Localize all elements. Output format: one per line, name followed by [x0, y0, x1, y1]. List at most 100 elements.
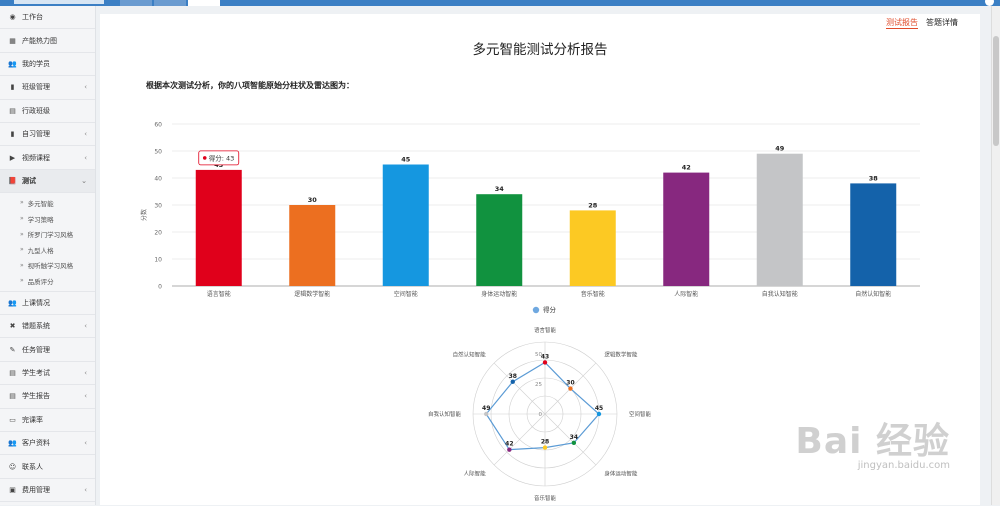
- y-tick-label: 30: [154, 203, 162, 210]
- sidebar-item-label: 完课率: [22, 415, 43, 424]
- radar-point: [568, 386, 573, 391]
- sidebar-item-8[interactable]: 📕 测试 ⌄: [0, 169, 95, 194]
- radar-value-label: 49: [482, 405, 490, 412]
- data-label: 49: [775, 145, 785, 153]
- sidebar-item-label: 上课情况: [22, 298, 50, 307]
- radar-indicator-label: 空间智能: [629, 410, 652, 418]
- sidebar-item-13[interactable]: ▤ 学生报告 ‹: [0, 385, 95, 409]
- sidebar-item-label: 行政班级: [22, 106, 50, 115]
- sidebar-subitem-4[interactable]: » 九型人格: [0, 242, 95, 258]
- file-icon: ▤: [9, 369, 16, 378]
- sidebar-item-7[interactable]: ▶ 视频课程 ‹: [0, 146, 95, 170]
- page-title: 多元智能测试分析报告: [472, 42, 608, 58]
- radar-value-label: 45: [595, 405, 603, 412]
- sidebar-subitem-5[interactable]: » 视听触学习风格: [0, 258, 95, 274]
- sidebar-item-12[interactable]: ▤ 学生考试 ‹: [0, 362, 95, 386]
- radar-ring-label: 0: [539, 412, 543, 418]
- sidebar-item-label: 费用管理: [22, 486, 50, 494]
- radar-value-label: 30: [566, 380, 574, 387]
- radar-axis: [493, 362, 546, 415]
- y-tick-label: 60: [154, 122, 162, 129]
- chevron-left-icon: ‹: [84, 486, 87, 494]
- y-axis-label: 分数: [140, 209, 148, 221]
- sidebar-subitem-6[interactable]: » 品质评分: [0, 273, 95, 289]
- table-icon: ▤: [9, 106, 16, 115]
- sidebar-item-14[interactable]: ▭ 完课率: [0, 409, 95, 433]
- sidebar-item-5[interactable]: ▤ 行政班级: [0, 100, 95, 123]
- radar-indicator-label: 音乐智能: [534, 494, 557, 502]
- sidebar-item-label: 工作台: [22, 13, 43, 22]
- sidebar-item-label: 自习管理: [22, 130, 50, 139]
- chevron-left-icon: ‹: [84, 322, 87, 331]
- grid-icon: ▦: [9, 36, 16, 45]
- sidebar-subitem-2[interactable]: » 学习策略: [0, 211, 95, 227]
- chevron-left-icon: ‹: [84, 369, 87, 378]
- money-icon: ▣: [9, 486, 16, 494]
- sidebar-item-15[interactable]: 👥 客户资料 ‹: [0, 432, 95, 456]
- tooltip: 得分: 43: [198, 150, 240, 166]
- radar-ring-label: 25: [535, 382, 542, 388]
- bar: [756, 153, 803, 286]
- sidebar-submenu: » 多元智能» 学习策略» 所罗门学习风格» 九型人格» 视听触学习风格» 品质评分: [0, 193, 95, 292]
- radar-series-line: [485, 361, 600, 451]
- tab-answer-details[interactable]: 答题详情: [926, 17, 958, 29]
- bullet-icon: »: [20, 199, 24, 207]
- data-label: 42: [682, 164, 691, 172]
- card-icon: ▭: [9, 415, 16, 424]
- sidebar-item-6[interactable]: ▮ 自习管理 ‹: [0, 123, 95, 147]
- nav-tab-active[interactable]: [188, 0, 220, 6]
- sidebar-item-11[interactable]: ✎ 任务管理: [0, 338, 95, 362]
- users-icon: 👥: [8, 59, 17, 68]
- chart-icon: ▮: [10, 83, 15, 92]
- x-tick-label: 空间智能: [394, 290, 418, 298]
- sidebar-item-label: 测试: [22, 176, 36, 185]
- radar-value-label: 43: [541, 353, 549, 360]
- radar-value-label: 28: [541, 439, 549, 446]
- sidebar-item-label: 客户资料: [22, 439, 50, 448]
- bar: [289, 205, 336, 286]
- tooltip-marker: [202, 156, 207, 160]
- top-navbar: [0, 0, 1000, 6]
- tooltip-text: 得分: 43: [209, 153, 235, 162]
- y-tick-label: 20: [154, 230, 162, 237]
- sidebar-item-4[interactable]: ▮ 班级管理 ‹: [0, 76, 95, 100]
- radar-value-label: 34: [570, 434, 578, 441]
- radar-indicator-label: 自然认知智能: [453, 351, 487, 359]
- radar-axis: [493, 413, 546, 466]
- bar: [382, 164, 429, 286]
- sidebar-item-3[interactable]: 👥 我的学员: [0, 53, 95, 77]
- radar-chart: 语言智能逻辑数学智能空间智能身体运动智能音乐智能 人际智能 自我认知智能 自然认知智能…: [428, 326, 652, 502]
- bar: [850, 183, 897, 286]
- dashboard-icon: ◉: [9, 13, 16, 22]
- sidebar-item-2[interactable]: ▦ 产能热力图: [0, 29, 95, 53]
- sidebar-item-16[interactable]: ☺ 联系人: [0, 455, 95, 479]
- radar-point: [507, 447, 512, 452]
- chevron-left-icon: ‹: [84, 392, 87, 401]
- sidebar-item-label: 学生报告: [22, 392, 50, 401]
- nav-tab-1[interactable]: [120, 0, 152, 6]
- sidebar-subitem-label: 品质评分: [27, 277, 54, 286]
- sidebar-subitem-1[interactable]: » 多元智能: [0, 195, 95, 211]
- sidebar: ◉ 工作台 ▦ 产能热力图 👥 我的学员 ▮ 班级管理 ‹ ▤ 行政班级 ▮ 自习管理 ‹ ▶ 视频课程 ‹ 📕 测…: [0, 6, 96, 505]
- sidebar-subitem-label: 所罗门学习风格: [27, 231, 74, 240]
- sidebar-subitem-label: 学习策略: [27, 215, 54, 224]
- bar: [476, 194, 523, 286]
- sidebar-item-1[interactable]: ◉ 工作台: [0, 6, 95, 30]
- radar-point: [542, 360, 548, 365]
- bar: [195, 169, 242, 286]
- sidebar-item-label: 班级管理: [22, 83, 50, 92]
- page-scrollbar[interactable]: [991, 6, 1000, 505]
- sidebar-subitem-3[interactable]: » 所罗门学习风格: [0, 226, 95, 242]
- sidebar-item-label: 任务管理: [22, 345, 50, 354]
- chevron-left-icon: ‹: [84, 130, 87, 139]
- tab-test-report[interactable]: 测试报告: [886, 17, 918, 29]
- radar-point: [484, 411, 489, 417]
- x-tick-label: 音乐智能: [581, 290, 605, 298]
- radar-point: [596, 411, 602, 417]
- nav-tab-2[interactable]: [154, 0, 186, 6]
- sidebar-item-9[interactable]: 👥 上课情况: [0, 292, 95, 316]
- sidebar-item-17[interactable]: ▣ 费用管理 ‹: [0, 479, 95, 503]
- sidebar-item-10[interactable]: ✖ 错题系统 ‹: [0, 315, 95, 339]
- scrollbar-thumb[interactable]: [993, 36, 999, 146]
- bullet-icon: »: [20, 230, 24, 238]
